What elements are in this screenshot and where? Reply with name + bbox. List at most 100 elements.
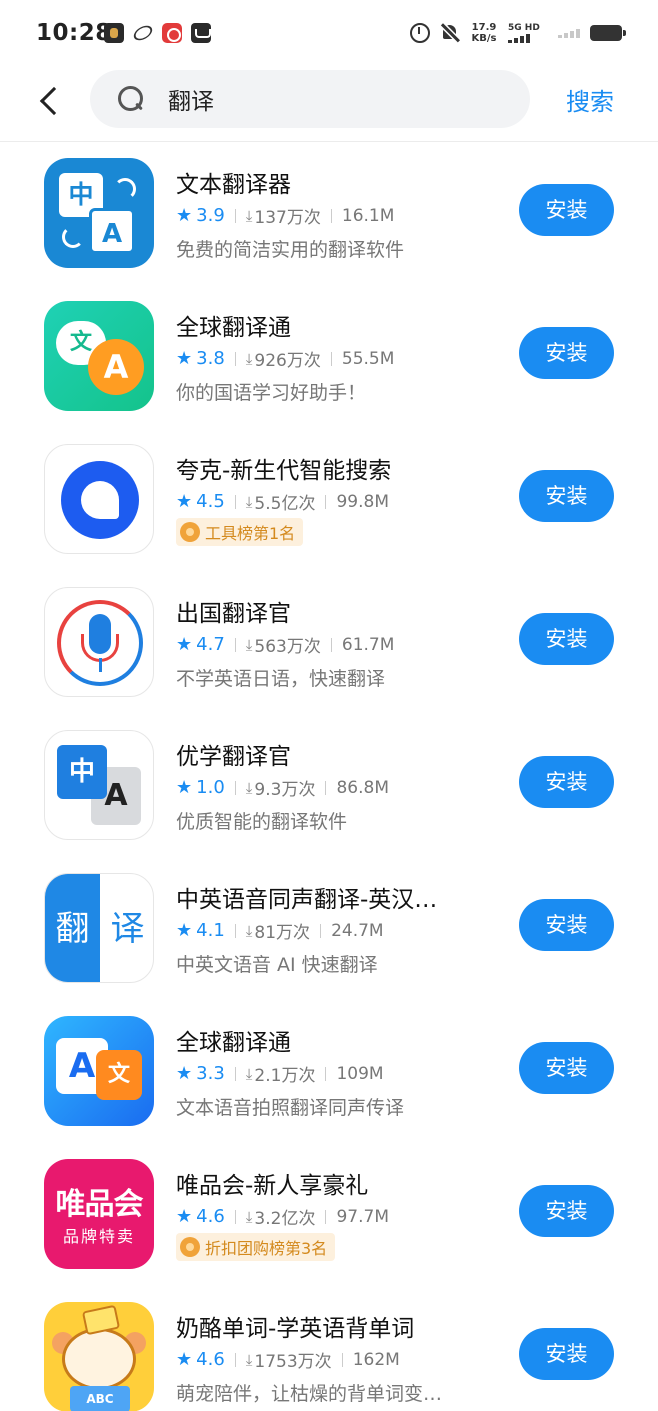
star-icon: ★	[176, 348, 193, 369]
star-icon: ★	[176, 634, 193, 655]
download-icon: ⤓	[245, 778, 253, 797]
back-button[interactable]	[30, 78, 70, 122]
install-button[interactable]: 安装	[519, 613, 614, 665]
app-downloads: 81万次	[254, 923, 311, 943]
install-button[interactable]: 安装	[519, 327, 614, 379]
install-button[interactable]: 安装	[519, 184, 614, 236]
install-button[interactable]: 安装	[519, 470, 614, 522]
signal-icon	[508, 34, 548, 43]
quark-icon	[44, 444, 154, 554]
app-downloads: 3.2亿次	[254, 1209, 316, 1229]
app-rating: 3.9	[196, 205, 225, 226]
list-item[interactable]: 出国翻译官 ★ 4.7 ⤓ 563万次 61.7M 不学英语日语，快速翻译 安装	[0, 584, 658, 704]
star-icon: ★	[176, 777, 193, 798]
app-meta: ★ 3.3 ⤓ 2.1万次 109M	[176, 1061, 384, 1086]
app-size: 16.1M	[341, 205, 395, 226]
app-downloads: 563万次	[254, 637, 321, 657]
list-item[interactable]: ABC 奶酪单词-学英语背单词 ★ 4.6 ⤓ 1753万次 162M 萌宠陪伴…	[0, 1299, 658, 1411]
search-header: 搜索	[0, 70, 658, 142]
rank-badge[interactable]: 工具榜第1名	[176, 518, 304, 546]
list-item[interactable]: 唯品会 品牌特卖 唯品会-新人享豪礼 ★ 4.6 ⤓ 3.2亿次 97.7M 折…	[0, 1156, 658, 1276]
wenben-translator-icon: 中 A	[44, 158, 154, 268]
list-item[interactable]: 文 A 全球翻译通 ★ 3.8 ⤓ 926万次 55.5M 你的国语学习好助手！…	[0, 298, 658, 418]
medal-icon	[180, 522, 200, 542]
app-description: 萌宠陪伴，让枯燥的背单词变…	[176, 1383, 443, 1405]
vipshop-icon: 唯品会 品牌特卖	[44, 1159, 154, 1269]
download-icon: ⤓	[245, 1207, 253, 1226]
star-icon: ★	[176, 1206, 193, 1227]
notification-icons	[104, 22, 211, 44]
app-size: 55.5M	[341, 348, 395, 369]
star-icon: ★	[176, 491, 193, 512]
app-downloads: 1753万次	[254, 1352, 332, 1372]
app-downloads: 9.3万次	[254, 780, 316, 800]
app-rating: 3.8	[196, 348, 225, 369]
app-rating: 1.0	[196, 777, 225, 798]
app-name: 全球翻译通	[176, 315, 291, 341]
star-icon: ★	[176, 1063, 193, 1084]
app-meta: ★ 3.9 ⤓ 137万次 16.1M	[176, 203, 394, 228]
alarm-icon	[410, 23, 430, 43]
app-description: 不学英语日语，快速翻译	[176, 668, 386, 690]
download-icon: ⤓	[245, 1064, 253, 1083]
medal-icon	[180, 1237, 200, 1257]
app-name: 夸克-新生代智能搜索	[176, 458, 392, 484]
zhongying-translator-icon: 翻 译	[44, 873, 154, 983]
naolao-words-icon: ABC	[44, 1302, 154, 1411]
install-button[interactable]: 安装	[519, 899, 614, 951]
install-button[interactable]: 安装	[519, 1185, 614, 1237]
search-input[interactable]	[168, 79, 498, 119]
list-item[interactable]: A 中 优学翻译官 ★ 1.0 ⤓ 9.3万次 86.8M 优质智能的翻译软件 …	[0, 727, 658, 847]
system-icons: 17.9 KB/s 5G HD	[410, 22, 626, 44]
app-meta: ★ 4.6 ⤓ 1753万次 162M	[176, 1347, 400, 1372]
app-rating: 4.6	[196, 1349, 225, 1370]
app-notification-icon	[104, 23, 124, 43]
app-meta: ★ 4.5 ⤓ 5.5亿次 99.8M	[176, 489, 389, 514]
app-description: 你的国语学习好助手！	[176, 382, 367, 404]
install-button[interactable]: 安装	[519, 1042, 614, 1094]
app-size: 99.8M	[336, 491, 389, 512]
app-downloads: 137万次	[254, 208, 321, 228]
search-button[interactable]: 搜索	[566, 82, 614, 117]
youxue-translator-icon: A 中	[44, 730, 154, 840]
install-button[interactable]: 安装	[519, 1328, 614, 1380]
app-downloads: 5.5亿次	[254, 494, 316, 514]
mail-notification-icon	[191, 23, 211, 43]
status-time: 10:28	[36, 20, 112, 46]
app-rating: 4.5	[196, 491, 225, 512]
link-notification-icon	[131, 22, 155, 44]
app-rating: 4.7	[196, 634, 225, 655]
rank-badge[interactable]: 折扣团购榜第3名	[176, 1233, 336, 1261]
app-meta: ★ 1.0 ⤓ 9.3万次 86.8M	[176, 775, 389, 800]
app-downloads: 926万次	[254, 351, 321, 371]
network-speed: 17.9 KB/s	[471, 22, 497, 44]
mute-icon	[440, 23, 460, 43]
star-icon: ★	[176, 205, 193, 226]
app-meta: ★ 4.1 ⤓ 81万次 24.7M	[176, 918, 384, 943]
app-name: 出国翻译官	[176, 601, 291, 627]
download-icon: ⤓	[245, 206, 253, 225]
app-size: 61.7M	[341, 634, 395, 655]
install-button[interactable]: 安装	[519, 756, 614, 808]
app-meta: ★ 4.7 ⤓ 563万次 61.7M	[176, 632, 394, 657]
app-downloads: 2.1万次	[254, 1066, 316, 1086]
list-item[interactable]: 夸克-新生代智能搜索 ★ 4.5 ⤓ 5.5亿次 99.8M 工具榜第1名 安装	[0, 441, 658, 561]
network-indicator: 5G HD	[508, 23, 548, 43]
search-box[interactable]	[90, 70, 530, 128]
app-description: 文本语音拍照翻译同声传译	[176, 1097, 405, 1119]
app-size: 109M	[336, 1063, 384, 1084]
app-description: 免费的简洁实用的翻译软件	[176, 239, 405, 261]
download-icon: ⤓	[245, 349, 253, 368]
app-name: 文本翻译器	[176, 172, 291, 198]
search-icon	[118, 86, 144, 112]
app-name: 全球翻译通	[176, 1030, 291, 1056]
list-item[interactable]: 翻 译 中英语音同声翻译-英汉… ★ 4.1 ⤓ 81万次 24.7M 中英文语…	[0, 870, 658, 990]
app-description: 优质智能的翻译软件	[176, 811, 348, 833]
download-icon: ⤓	[245, 635, 253, 654]
list-item[interactable]: A 文 全球翻译通 ★ 3.3 ⤓ 2.1万次 109M 文本语音拍照翻译同声传…	[0, 1013, 658, 1133]
app-meta: ★ 4.6 ⤓ 3.2亿次 97.7M	[176, 1204, 389, 1229]
list-item[interactable]: 中 A 文本翻译器 ★ 3.9 ⤓ 137万次 16.1M 免费的简洁实用的翻译…	[0, 155, 658, 275]
signal-secondary-icon	[558, 29, 580, 38]
star-icon: ★	[176, 920, 193, 941]
app-meta: ★ 3.8 ⤓ 926万次 55.5M	[176, 346, 394, 371]
